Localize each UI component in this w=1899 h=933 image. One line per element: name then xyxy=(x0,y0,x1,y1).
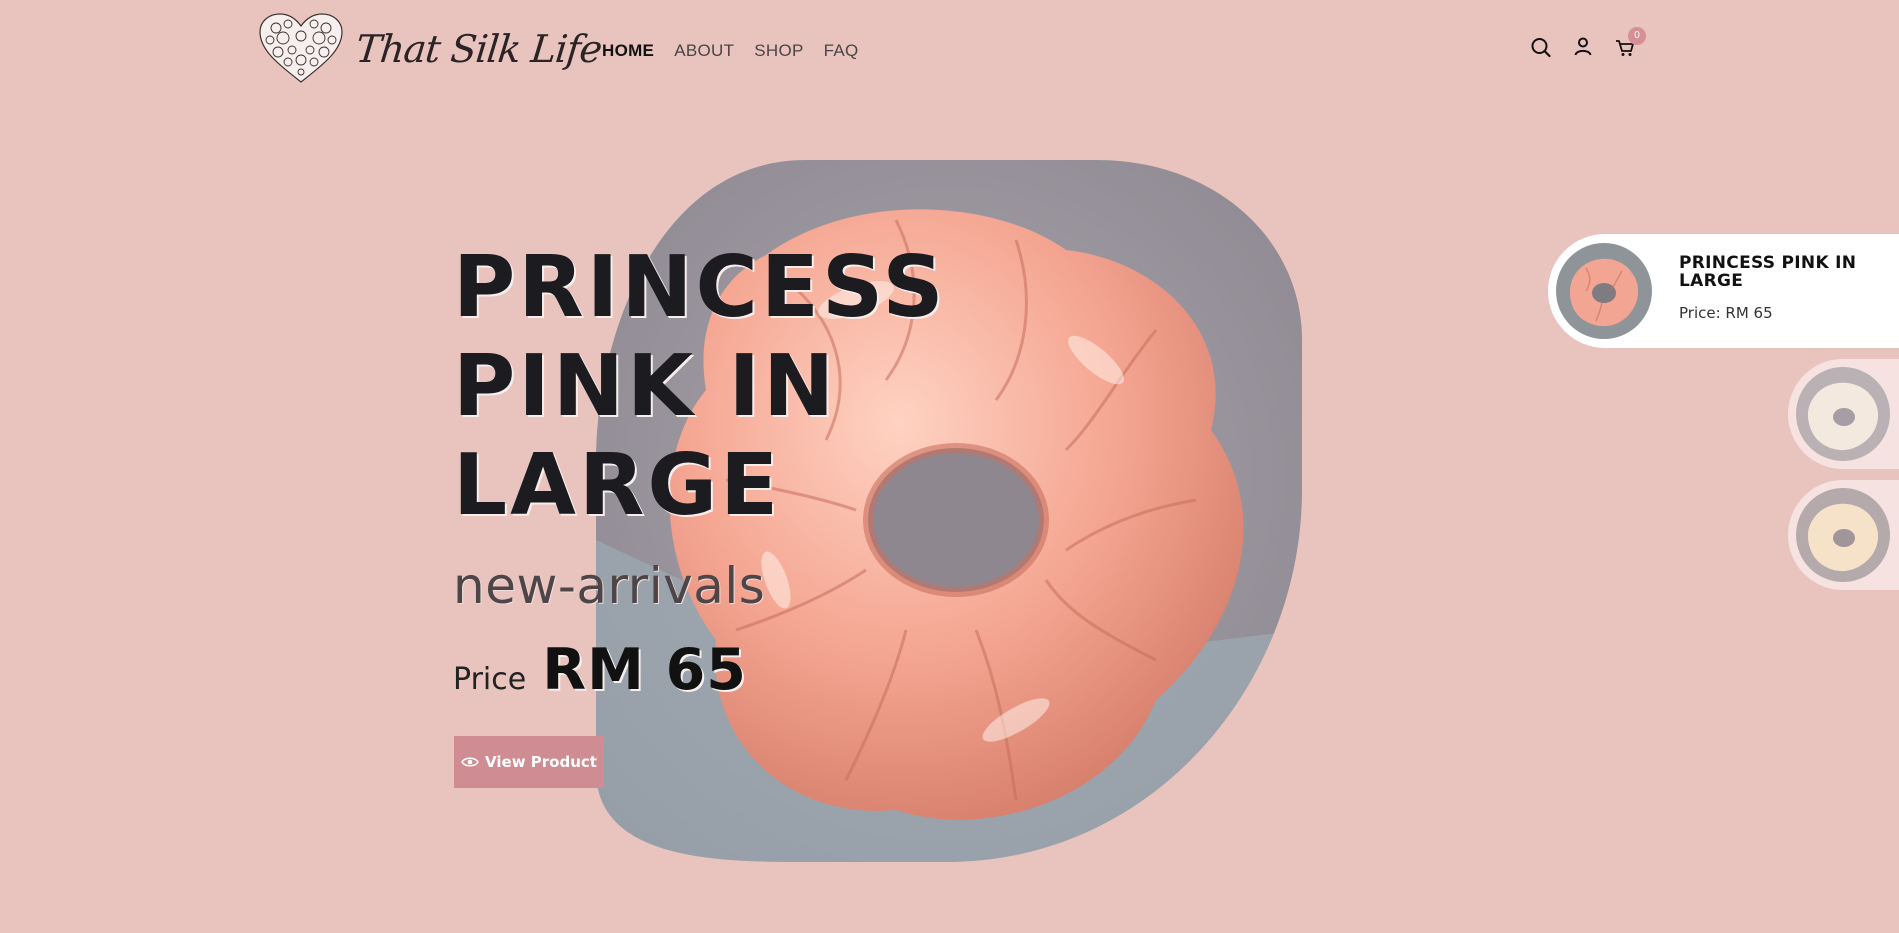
view-product-button[interactable]: View Product xyxy=(454,736,604,788)
slide-card-3[interactable] xyxy=(1788,480,1899,590)
view-product-label: View Product xyxy=(485,753,597,771)
slide-card-active[interactable]: PRINCESS PINK IN LARGE Price: RM 65 xyxy=(1548,234,1899,348)
hero-title-line-2: PINK IN xyxy=(453,337,838,436)
nav-shop[interactable]: SHOP xyxy=(754,41,803,61)
slide-thumbnail-3 xyxy=(1796,488,1890,582)
price-label: Price xyxy=(453,662,527,697)
hero-title-line-3: LARGE xyxy=(453,436,782,535)
nav-faq[interactable]: FAQ xyxy=(824,41,859,61)
cart-button[interactable]: 0 xyxy=(1614,27,1646,58)
hero-category: new-arrivals xyxy=(453,557,766,615)
slide-price: Price: RM 65 xyxy=(1679,304,1773,322)
header-icons: 0 xyxy=(1530,27,1646,58)
slide-title: PRINCESS PINK IN LARGE xyxy=(1679,253,1857,291)
price-value: RM 65 xyxy=(542,637,747,703)
heart-flowers-icon xyxy=(259,13,343,83)
logo[interactable]: That Silk Life xyxy=(258,12,604,86)
main-nav: HOME ABOUT SHOP FAQ xyxy=(602,41,859,61)
cart-count-badge: 0 xyxy=(1628,27,1646,45)
eye-icon xyxy=(461,757,479,767)
slide-thumbnail-2 xyxy=(1796,367,1890,461)
nav-home[interactable]: HOME xyxy=(602,41,654,61)
hero-text: PRINCESS PINK IN LARGE new-arrivals Pric… xyxy=(453,238,1153,703)
search-icon[interactable] xyxy=(1530,36,1552,58)
hero-title: PRINCESS PINK IN LARGE xyxy=(453,238,1153,535)
hero-title-line-1: PRINCESS xyxy=(453,238,947,337)
user-icon[interactable] xyxy=(1572,36,1594,58)
slide-card-2[interactable] xyxy=(1788,359,1899,469)
hero-price-row: Price RM 65 xyxy=(453,637,1153,703)
nav-about[interactable]: ABOUT xyxy=(674,41,734,61)
slide-thumbnail xyxy=(1556,243,1652,339)
brand-name: That Silk Life xyxy=(353,27,604,71)
